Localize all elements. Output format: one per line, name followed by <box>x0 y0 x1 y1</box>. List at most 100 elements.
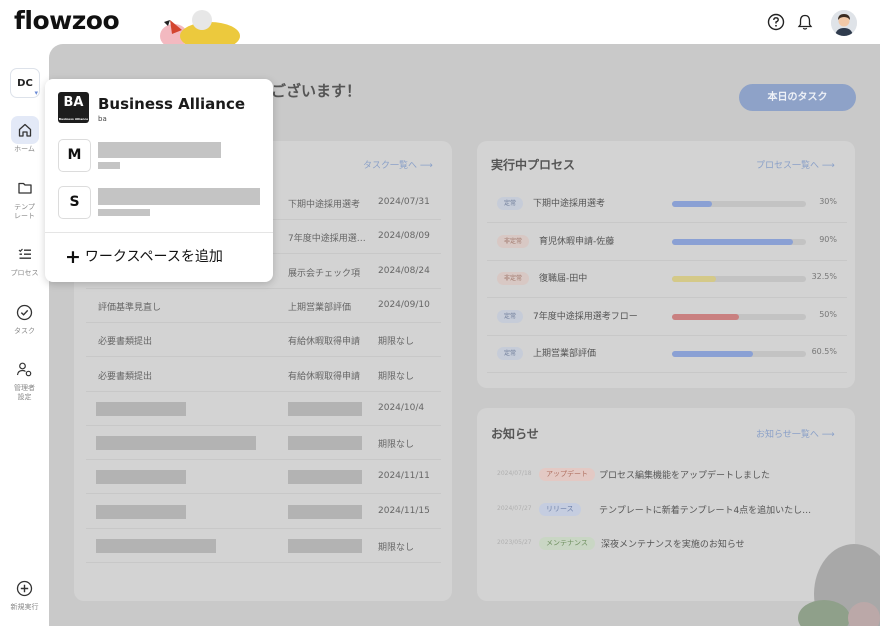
workspace-letter: M <box>58 139 91 172</box>
task-process-placeholder <box>288 401 362 416</box>
process-type-badge: 非定常 <box>497 234 530 248</box>
progress-bar-fill <box>672 201 713 207</box>
task-row[interactable]: 2024/11/15 <box>86 495 441 529</box>
task-name: 評価基準見直し <box>98 302 162 313</box>
task-row[interactable]: 必要書類提出 有給休暇取得申請 期限なし <box>86 323 441 358</box>
help-icon[interactable] <box>765 11 787 33</box>
workspace-short-name: DC <box>17 77 33 89</box>
progress-percent: 60.5% <box>811 347 837 356</box>
process-row[interactable]: 定常 7年度中途採用選考フロー 50% <box>487 298 847 336</box>
task-process-placeholder <box>288 504 362 519</box>
task-name-placeholder <box>96 401 186 416</box>
check-circle-icon <box>11 298 39 326</box>
task-due-date: 期限なし <box>378 440 415 451</box>
task-process: 有給休暇取得申請 <box>288 337 361 348</box>
progress-bar-fill <box>672 238 793 245</box>
process-type-badge: 定常 <box>497 197 524 210</box>
workspace-name-placeholder <box>98 188 260 205</box>
process-card: 実行中プロセス プロセス一覧へ ⟶ 定常 下期中途採用選考 30% 非定常 育児休暇申請… <box>477 141 855 388</box>
task-process: 上期営業部評価 <box>288 302 352 313</box>
process-name: 7年度中途採用選考フロー <box>533 311 638 322</box>
news-text: テンプレートに新着テンプレート4点を追加いたし… <box>599 505 812 516</box>
progress-percent: 90% <box>819 234 837 244</box>
chevron-down-icon: ▾ <box>34 89 38 97</box>
process-list-link[interactable]: プロセス一覧へ ⟶ <box>756 158 835 171</box>
process-type-badge: 定常 <box>497 347 524 360</box>
news-date: 2024/07/27 <box>497 504 532 512</box>
process-row[interactable]: 定常 上期営業部評価 60.5% <box>487 335 847 373</box>
task-due-date: 期限なし <box>378 371 415 382</box>
news-category-badge: リリース <box>539 502 581 516</box>
task-name-placeholder <box>96 504 186 519</box>
sidebar-item-admin[interactable]: 管理者設定 <box>0 355 49 402</box>
workspace-slug: ba <box>98 115 107 123</box>
task-row[interactable]: 2024/10/4 <box>86 392 441 426</box>
task-row[interactable]: 期限なし <box>86 529 441 563</box>
task-process: 下期中途採用選考 <box>288 200 361 210</box>
progress-bar <box>672 313 806 320</box>
news-list-link[interactable]: お知らせ一覧へ ⟶ <box>756 427 835 440</box>
task-due-date: 2024/08/24 <box>378 265 430 276</box>
task-process-placeholder <box>288 436 362 451</box>
sidebar-item-home[interactable]: ホーム <box>0 116 49 154</box>
task-process: 7年度中途採用選考フロー <box>288 234 374 245</box>
add-workspace-button[interactable]: + ワークスペースを追加 <box>65 246 223 268</box>
news-category-badge: メンテナンス <box>539 537 595 550</box>
today-task-button[interactable]: 本日のタスク <box>739 84 856 111</box>
process-row[interactable]: 非定常 復職届-田中 32.5% <box>487 260 847 298</box>
home-icon <box>10 116 39 144</box>
process-name: 下期中途採用選考 <box>533 199 606 209</box>
process-name: 復職届-田中 <box>539 274 588 284</box>
sidebar-item-process[interactable]: プロセス <box>0 240 49 278</box>
news-text: 深夜メンテナンスを実施のお知らせ <box>601 540 745 550</box>
task-row[interactable]: 必要書類提出 有給休暇取得申請 期限なし <box>86 358 441 392</box>
news-text: プロセス編集機能をアップデートしました <box>599 471 771 481</box>
task-due-date: 2024/11/15 <box>378 505 430 516</box>
task-due-date: 2024/11/11 <box>378 471 430 482</box>
task-name-placeholder <box>96 436 256 451</box>
arrow-right-icon: ⟶ <box>419 161 433 171</box>
user-avatar[interactable] <box>831 10 857 36</box>
news-date: 2024/07/18 <box>497 470 532 477</box>
progress-bar <box>672 276 806 282</box>
task-due-date: 2024/07/31 <box>378 197 430 207</box>
workspace-slug-placeholder <box>98 209 150 216</box>
workspace-popup: BA Business Alliance Business Alliance b… <box>45 79 273 282</box>
popup-divider <box>45 232 273 233</box>
sidebar-item-label: 新規実行 <box>10 603 39 611</box>
app-logo[interactable]: flowzoo <box>14 6 120 35</box>
process-name: 上期営業部評価 <box>533 349 597 359</box>
sidebar-item-tasks[interactable]: タスク <box>0 298 49 336</box>
workspace-logo: BA Business Alliance <box>58 92 89 123</box>
progress-bar <box>672 238 806 245</box>
news-row[interactable]: 2024/07/27 リリース テンプレートに新着テンプレート4点を追加いたし… <box>487 493 847 527</box>
task-row[interactable]: 2024/11/11 <box>86 460 441 495</box>
process-row[interactable]: 定常 下期中途採用選考 30% <box>487 185 847 223</box>
plus-icon: + <box>65 246 81 268</box>
workspace-letter: S <box>58 186 91 219</box>
workspace-switcher[interactable]: DC ▾ <box>10 68 40 98</box>
task-row[interactable]: 期限なし <box>86 426 441 461</box>
news-row[interactable]: 2024/07/18 アップデート プロセス編集機能をアップデートしました <box>487 458 847 492</box>
task-due-date: 2024/10/4 <box>378 402 425 413</box>
task-name-placeholder <box>96 470 186 485</box>
sidebar-item-templates[interactable]: テンプレート <box>0 174 49 221</box>
decorative-blob-icon <box>160 10 240 46</box>
news-row[interactable]: 2023/05/27 メンテナンス 深夜メンテナンスを実施のお知らせ <box>487 527 847 561</box>
task-row[interactable]: 評価基準見直し 上期営業部評価 2024/09/10 <box>86 289 441 323</box>
plus-circle-icon <box>11 574 39 602</box>
sidebar-item-label: プロセス <box>10 269 39 277</box>
sidebar-item-new-run[interactable]: 新規実行 <box>0 574 49 612</box>
process-row[interactable]: 非定常 育児休暇申請-佐藤 90% <box>487 223 847 261</box>
tasks-list-link[interactable]: タスク一覧へ ⟶ <box>363 158 433 171</box>
task-process: 展示会チェック項 <box>288 268 361 279</box>
top-bar: flowzoo <box>0 0 880 46</box>
greeting-text: ございます！ <box>271 82 362 100</box>
progress-bar-fill <box>672 351 754 357</box>
progress-bar <box>672 201 806 207</box>
task-process-placeholder <box>288 470 362 485</box>
bell-icon[interactable] <box>794 11 816 33</box>
news-date: 2023/05/27 <box>497 539 532 546</box>
folder-icon <box>11 174 39 202</box>
progress-percent: 50% <box>819 309 837 319</box>
